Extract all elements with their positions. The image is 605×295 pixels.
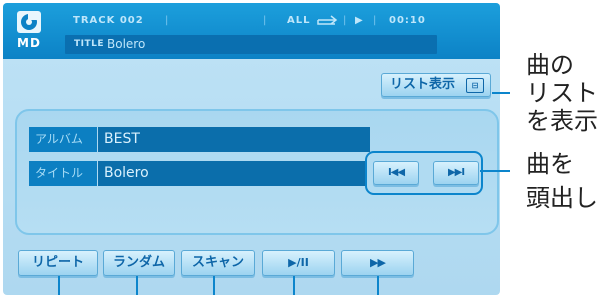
callout-tick <box>213 276 215 295</box>
callout-list-line1: 曲の <box>526 51 574 79</box>
previous-track-button[interactable]: I◀◀ <box>373 161 419 185</box>
title-field-value: Bolero <box>98 161 370 186</box>
album-value: BEST <box>98 127 370 152</box>
album-field: アルバム BEST <box>29 127 373 152</box>
play-pause-button[interactable]: ▶/II <box>262 250 335 276</box>
repeat-icon <box>317 15 339 28</box>
separator: | <box>373 15 378 26</box>
title-field: タイトル Bolero <box>29 161 373 186</box>
separator: | <box>263 15 268 26</box>
title-label: TITLE <box>74 39 105 49</box>
next-track-button[interactable]: ▶▶I <box>433 161 479 185</box>
title-field-label: タイトル <box>29 161 97 186</box>
callout-tick <box>377 276 379 295</box>
list-icon: ⊟ <box>466 78 484 93</box>
repeat-mode: ALL <box>287 15 311 26</box>
scan-button[interactable]: スキャン <box>181 250 255 276</box>
list-display-button[interactable]: リスト表示 ⊟ <box>381 73 491 97</box>
skip-forward-icon: ▶▶I <box>447 167 465 178</box>
header-bar: MD TRACK 002 | | ALL | ▶ | 00:10 TITLE B… <box>3 3 500 59</box>
title-value: Bolero <box>107 37 146 51</box>
callout-list-line3: を表示 <box>526 107 598 135</box>
repeat-button[interactable]: リピート <box>18 250 98 276</box>
track-number: TRACK 002 <box>73 15 144 26</box>
disc-icon: MD <box>15 10 43 54</box>
callout-line-skip <box>480 170 510 172</box>
callout-skip-line1: 曲を <box>526 150 574 178</box>
fast-forward-button[interactable]: ▶▶ <box>341 250 414 276</box>
random-button[interactable]: ランダム <box>103 250 175 276</box>
album-label: アルバム <box>29 127 97 152</box>
callout-line-list <box>492 92 510 94</box>
title-bar: TITLE Bolero <box>65 35 437 54</box>
callout-tick <box>58 276 60 295</box>
md-player-screen: MD TRACK 002 | | ALL | ▶ | 00:10 TITLE B… <box>3 3 500 295</box>
callout-skip-line2: 頭出し <box>526 184 598 212</box>
skip-back-icon: I◀◀ <box>387 167 405 178</box>
md-label: MD <box>17 36 41 50</box>
separator: | <box>343 15 348 26</box>
separator: | <box>165 15 170 26</box>
callout-tick <box>293 276 295 295</box>
callout-list-line2: リスト <box>526 79 598 107</box>
elapsed-time: 00:10 <box>389 15 426 26</box>
callout-tick <box>136 276 138 295</box>
play-indicator: ▶ <box>355 15 364 26</box>
list-display-label: リスト表示 <box>390 77 456 92</box>
status-row: TRACK 002 | | ALL | ▶ | 00:10 <box>73 12 426 30</box>
